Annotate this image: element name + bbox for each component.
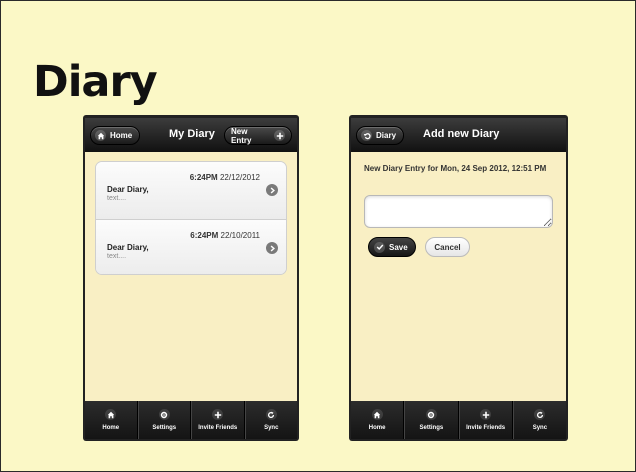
nav-item-settings[interactable]: Settings <box>404 401 459 439</box>
nav-item-home[interactable]: Home <box>351 401 405 439</box>
entry-preview: text.... <box>107 195 127 202</box>
header: Diary Add new Diary <box>351 118 566 152</box>
page-title: My Diary <box>169 128 215 140</box>
back-arrow-icon <box>361 130 372 141</box>
home-icon <box>95 130 106 141</box>
entry-title: Dear Diary, <box>107 243 149 252</box>
plus-icon <box>274 130 285 141</box>
bottom-navbar: Home Settings Invite Friends Sync <box>85 401 297 439</box>
add-diary-phone: Diary Add new Diary New Diary Entry for … <box>349 115 568 441</box>
nav-item-label: Home <box>368 425 386 431</box>
list-item[interactable]: 6:24PM 22/10/2011 Dear Diary, text.... <box>96 219 286 274</box>
nav-item-label: Sync <box>264 425 279 431</box>
plus-icon <box>212 409 224 420</box>
page-title: Add new Diary <box>423 128 500 140</box>
plus-icon <box>480 409 492 420</box>
content: 6:24PM 22/12/2012 Dear Diary, text.... 6… <box>85 152 297 401</box>
list-item[interactable]: 6:24PM 22/12/2012 Dear Diary, text.... <box>96 162 286 219</box>
back-button-label: Diary <box>376 131 397 140</box>
entry-date: 22/12/2012 <box>219 173 260 182</box>
nav-item-label: Invite Friends <box>198 425 238 431</box>
save-button-label: Save <box>389 242 408 252</box>
nav-item-settings[interactable]: Settings <box>137 401 191 439</box>
entry-timestamp: 6:24PM 22/10/2011 <box>190 231 260 240</box>
chevron-right-icon <box>266 242 278 254</box>
checkmark-icon <box>374 241 385 253</box>
nav-item-invite-friends[interactable]: Invite Friends <box>191 401 245 439</box>
home-button-label: Home <box>110 131 133 140</box>
new-entry-button[interactable]: New Entry <box>224 126 292 145</box>
nav-item-sync[interactable]: Sync <box>512 401 566 439</box>
entry-time: 6:24PM <box>190 231 219 240</box>
diary-list: 6:24PM 22/12/2012 Dear Diary, text.... 6… <box>95 161 287 275</box>
nav-item-invite-friends[interactable]: Invite Friends <box>458 401 513 439</box>
home-icon <box>371 409 383 420</box>
entry-timestamp: 6:24PM 22/12/2012 <box>190 173 260 182</box>
cancel-button[interactable]: Cancel <box>425 237 470 257</box>
gear-icon <box>158 409 170 420</box>
entry-time: 6:24PM <box>189 173 218 182</box>
entry-preview: text.... <box>107 253 127 260</box>
entry-title: Dear Diary, <box>107 185 149 194</box>
home-button[interactable]: Home <box>90 126 140 145</box>
nav-item-label: Settings <box>152 425 177 431</box>
diary-entry-textarea[interactable] <box>364 195 553 228</box>
chevron-right-icon <box>266 184 278 196</box>
refresh-icon <box>265 409 277 420</box>
slide-title: Diary <box>33 57 158 107</box>
nav-item-label: Invite Friends <box>466 425 506 431</box>
header: Home My Diary New Entry <box>85 118 297 152</box>
nav-item-label: Home <box>102 425 120 431</box>
refresh-icon <box>534 409 546 420</box>
nav-item-sync[interactable]: Sync <box>244 401 298 439</box>
entry-date: 22/10/2011 <box>220 231 260 240</box>
nav-item-label: Sync <box>532 425 548 431</box>
nav-item-label: Settings <box>419 425 444 431</box>
nav-item-home[interactable]: Home <box>85 401 138 439</box>
gear-icon <box>425 409 437 420</box>
my-diary-phone: Home My Diary New Entry 6:24PM 22/12/201… <box>83 115 299 441</box>
back-button[interactable]: Diary <box>356 126 404 145</box>
new-entry-button-label: New Entry <box>231 126 252 145</box>
entry-form-label: New Diary Entry for Mon, 24 Sep 2012, 12… <box>364 164 547 173</box>
slide: Diary Home My Diary New Entry 6:24PM 22/… <box>0 0 636 472</box>
save-button[interactable]: Save <box>368 237 416 257</box>
content: New Diary Entry for Mon, 24 Sep 2012, 12… <box>351 152 566 401</box>
home-icon <box>105 409 117 420</box>
bottom-navbar: Home Settings Invite Friends Sync <box>351 401 566 439</box>
